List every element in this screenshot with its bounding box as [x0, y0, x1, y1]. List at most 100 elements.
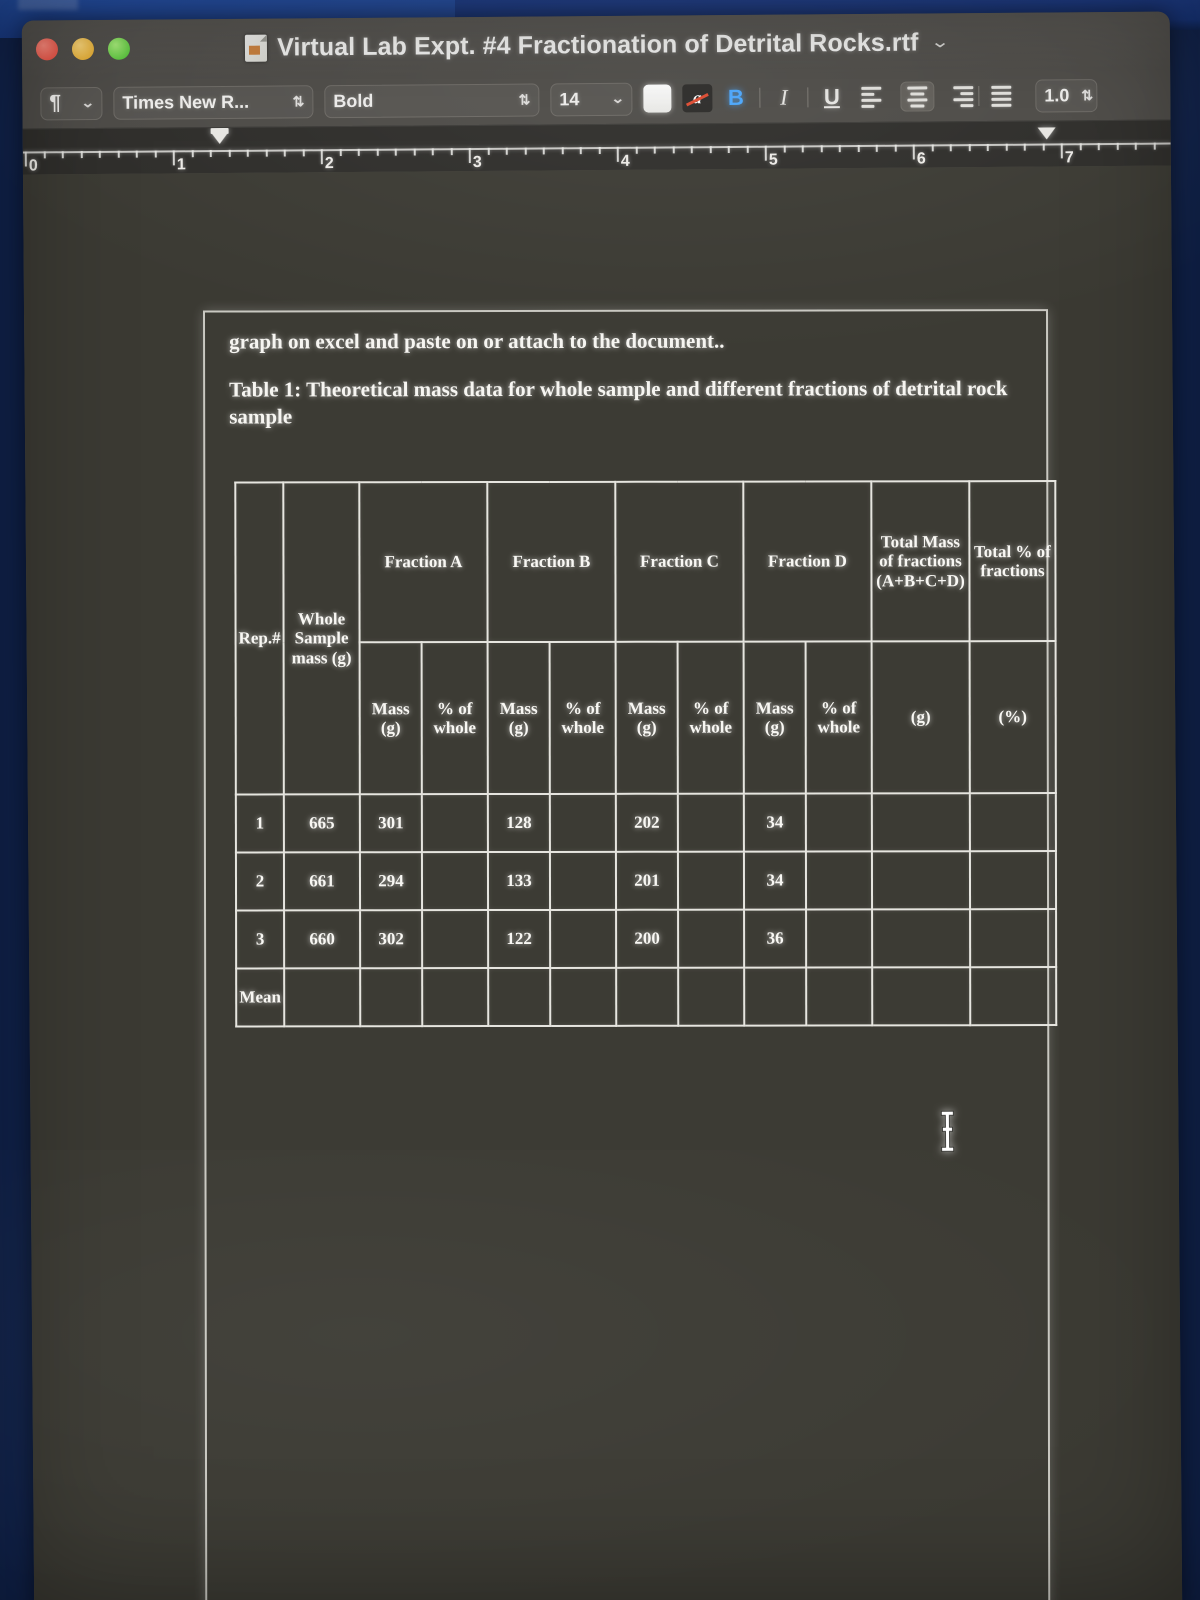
ruler-tick-minor [394, 148, 397, 156]
cell-fraction-b-mass[interactable]: 128 [487, 794, 550, 853]
ruler-tick-minor [727, 145, 730, 153]
mass-data-table[interactable]: Rep.# Whole Sample mass (g) Fraction A F… [234, 480, 1057, 1027]
subheader-c-percent: % of whole [677, 641, 744, 794]
italic-button[interactable]: I [771, 84, 796, 110]
cell-fraction-a-mass[interactable]: 294 [359, 852, 423, 911]
close-button-icon[interactable] [35, 38, 59, 61]
first-line-indent-marker[interactable] [210, 131, 229, 145]
cell-fraction-d-percent[interactable] [806, 909, 873, 968]
font-family-dropdown[interactable]: Times New R... ⇅ [113, 84, 314, 120]
ruler-tick-minor [875, 144, 878, 152]
cell-fraction-c-percent[interactable] [678, 967, 745, 1026]
cell-fraction-c-percent[interactable] [677, 793, 744, 852]
cell-fraction-d-mass[interactable]: 36 [744, 909, 807, 968]
cell-fraction-d-percent[interactable] [806, 967, 873, 1026]
underline-button[interactable]: U [819, 84, 844, 110]
subheader-total-percent-unit: (%) [969, 641, 1056, 794]
ruler-tick-minor [80, 151, 83, 159]
document-canvas[interactable]: graph on excel and paste on or attach to… [22, 165, 1183, 1600]
cell-total-mass[interactable] [871, 851, 971, 910]
line-spacing-dropdown[interactable]: 1.0 ⇅ [1035, 78, 1098, 113]
ruler-tick-minor [1005, 143, 1008, 151]
zoom-button-icon[interactable] [107, 37, 131, 60]
cell-total-percent[interactable] [970, 909, 1057, 968]
cell-total-percent[interactable] [969, 793, 1056, 852]
cell-fraction-a-percent[interactable] [422, 910, 489, 969]
table-header-row-groups: Rep.# Whole Sample mass (g) Fraction A F… [235, 481, 1056, 795]
cell-fraction-a-mass[interactable] [360, 968, 423, 1027]
cell-total-percent[interactable] [969, 851, 1057, 910]
cell-fraction-c-mass[interactable] [616, 967, 679, 1026]
ruler-tick-major [1060, 143, 1063, 159]
ruler-tick-minor [1042, 143, 1045, 151]
minimize-button-icon[interactable] [71, 37, 95, 61]
cell-fraction-a-mass[interactable]: 301 [359, 794, 422, 853]
ruler-tick-minor [579, 147, 582, 155]
cell-fraction-c-mass[interactable]: 200 [616, 909, 679, 968]
font-style-dropdown[interactable]: Bold ⇅ [324, 82, 540, 118]
table-row[interactable]: 3 660 302 122 200 36 [236, 909, 1057, 969]
table-row[interactable]: Mean [236, 967, 1057, 1027]
cell-total-mass[interactable] [872, 909, 971, 968]
highlight-color-icon[interactable]: a [682, 84, 713, 113]
cell-fraction-b-percent[interactable] [549, 851, 617, 911]
cell-fraction-b-mass[interactable] [488, 968, 551, 1027]
cell-fraction-c-mass[interactable]: 202 [615, 793, 678, 852]
subheader-d-mass: Mass (g) [743, 641, 806, 794]
cell-fraction-c-percent[interactable] [678, 909, 745, 968]
ruler-tick-minor [1097, 143, 1100, 151]
cell-total-mass[interactable] [871, 793, 970, 852]
table-caption: Table 1: Theoretical mass data for whole… [229, 375, 1008, 429]
right-indent-marker[interactable] [1037, 127, 1056, 140]
table-row[interactable]: 2 661 294 133 201 34 [235, 851, 1057, 911]
cell-fraction-c-mass[interactable]: 201 [615, 851, 679, 910]
cell-whole-mass[interactable]: 660 [284, 910, 361, 969]
cell-whole-mass[interactable]: 661 [283, 852, 361, 911]
ruler-tick-minor [949, 144, 952, 152]
ruler-tick-minor [838, 145, 841, 153]
document-page[interactable]: graph on excel and paste on or attach to… [202, 309, 1057, 1600]
cell-fraction-b-percent[interactable] [550, 909, 617, 969]
ruler-tick-minor [1079, 143, 1082, 151]
paragraph-style-dropdown[interactable]: ¶ ⌄ [40, 86, 103, 120]
cell-fraction-b-percent[interactable] [550, 967, 617, 1027]
font-size-dropdown[interactable]: 14 ⌄ [550, 82, 633, 116]
cell-fraction-a-mass[interactable]: 302 [360, 910, 423, 969]
ruler-tick-minor [857, 144, 860, 152]
text-color-swatch[interactable] [643, 84, 672, 113]
cell-fraction-d-mass[interactable] [744, 967, 807, 1026]
ruler-tick-minor [653, 146, 656, 154]
cell-whole-mass[interactable] [284, 968, 361, 1027]
title-chevron-down-icon[interactable]: ⌄ [930, 32, 950, 52]
cell-total-percent[interactable] [970, 967, 1057, 1026]
ruler-tick-major [320, 149, 323, 165]
ruler-tick-major [912, 144, 915, 160]
cell-whole-mass[interactable]: 665 [283, 794, 360, 853]
window-titlebar: Virtual Lab Expt. #4 Fractionation of De… [21, 11, 1171, 79]
header-total-mass-of-fractions: Total Mass of fractions (A+B+C+D) [871, 481, 970, 642]
row-label-rep-number: Mean [236, 968, 285, 1027]
align-right-button[interactable] [939, 81, 974, 111]
header-rep: Rep.# [235, 482, 284, 795]
align-left-button[interactable] [861, 82, 895, 112]
header-fraction-d: Fraction D [743, 481, 872, 642]
cell-fraction-a-percent[interactable] [421, 852, 489, 911]
table-row[interactable]: 1 665 301 128 202 34 [235, 793, 1056, 853]
cell-fraction-d-mass[interactable]: 34 [743, 793, 806, 852]
header-whole-sample-mass: Whole Sample mass (g) [283, 482, 360, 795]
ruler-tick-minor [228, 149, 231, 157]
cell-fraction-a-percent[interactable] [422, 968, 489, 1027]
cell-fraction-d-percent[interactable] [805, 851, 873, 910]
cell-fraction-b-mass[interactable]: 133 [487, 852, 551, 911]
align-justify-button[interactable] [984, 81, 1018, 111]
bold-button[interactable]: B [723, 85, 748, 111]
cell-fraction-c-percent[interactable] [677, 851, 745, 910]
align-center-button[interactable] [900, 81, 935, 112]
cell-fraction-b-mass[interactable]: 122 [488, 910, 551, 969]
cell-total-mass[interactable] [872, 967, 971, 1026]
cell-fraction-d-mass[interactable]: 34 [743, 851, 807, 910]
cell-fraction-d-percent[interactable] [805, 793, 872, 852]
cell-fraction-a-percent[interactable] [421, 794, 488, 853]
line-spacing-value: 1.0 [1044, 84, 1070, 106]
cell-fraction-b-percent[interactable] [549, 793, 616, 853]
